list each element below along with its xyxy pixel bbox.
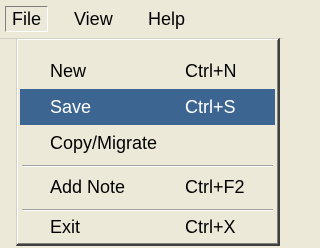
file-menu-dropdown: New Ctrl+N Save Ctrl+S Copy/Migrate Add … [16,38,280,246]
menu-item-save[interactable]: Save Ctrl+S [20,89,275,125]
menu-separator [22,165,273,167]
menu-item-shortcut: Ctrl+F2 [185,177,245,197]
menu-item-label: Copy/Migrate [50,133,158,153]
menubar-view[interactable]: View [68,6,119,32]
menu-item-shortcut: Ctrl+S [185,97,236,117]
menu-item-exit[interactable]: Exit Ctrl+X [20,209,275,245]
menubar-file[interactable]: File [5,6,49,32]
menu-item-label: New [50,61,87,81]
menu-item-shortcut: Ctrl+X [185,217,236,237]
menu-item-new[interactable]: New Ctrl+N [20,53,275,89]
menubar-help[interactable]: Help [142,6,191,32]
application-window: File View Help New Ctrl+N Save Ctrl+S Co… [0,0,283,248]
menu-item-label: Add Note [50,177,126,197]
menu-item-add-note[interactable]: Add Note Ctrl+F2 [20,169,275,205]
menu-item-copy-migrate[interactable]: Copy/Migrate [20,125,275,161]
menu-item-label: Exit [50,217,81,237]
menu-item-shortcut: Ctrl+N [185,61,237,81]
menu-item-label: Save [50,97,92,117]
menu-bar: File View Help [0,0,283,39]
